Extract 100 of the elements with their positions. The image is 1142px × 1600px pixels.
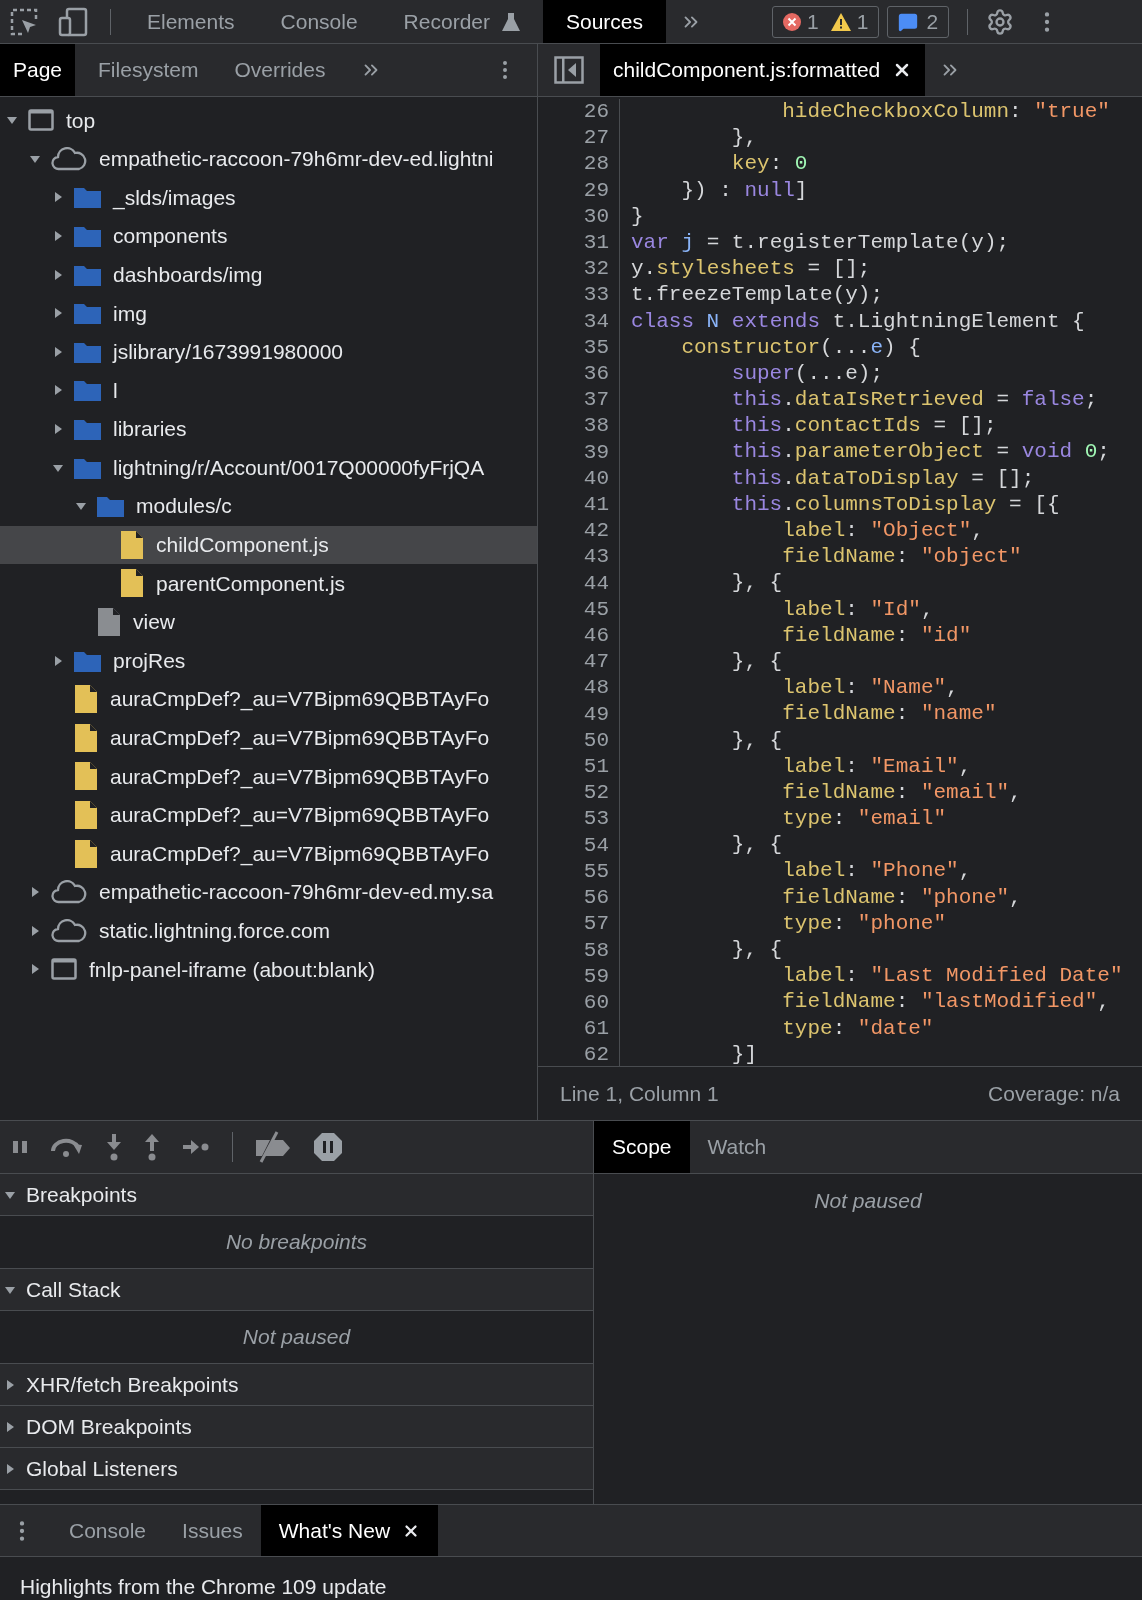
navigator-tab[interactable]: Page xyxy=(0,44,76,96)
tree-item[interactable]: modules/c xyxy=(0,486,537,526)
tree-item[interactable]: l xyxy=(0,371,537,410)
tree-item[interactable]: libraries xyxy=(0,409,537,449)
code-line: var j = t.registerTemplate(y); xyxy=(631,229,1010,256)
tree-item[interactable]: components xyxy=(0,216,537,256)
frame-icon xyxy=(28,109,54,132)
line-number: 44 xyxy=(583,570,609,597)
code-line: }, { xyxy=(730,832,783,859)
section-header[interactable]: Call Stack xyxy=(0,1269,593,1311)
navigator-tab[interactable]: Overrides xyxy=(221,44,339,96)
collapsed-arrow-icon[interactable] xyxy=(52,384,64,397)
panel-tab[interactable]: Console xyxy=(257,0,381,43)
collapsed-arrow-icon[interactable] xyxy=(52,307,64,320)
navigator-tab[interactable]: Filesystem xyxy=(85,44,212,96)
messages-counter[interactable]: 2 xyxy=(887,5,950,38)
line-number: 53 xyxy=(583,806,609,833)
line-number: 56 xyxy=(583,885,609,912)
collapsed-arrow-icon[interactable] xyxy=(52,654,64,667)
pause-icon[interactable] xyxy=(12,1139,28,1155)
collapsed-arrow-icon[interactable] xyxy=(52,345,64,358)
folder-icon xyxy=(74,302,101,325)
code-line: label: "Object", xyxy=(781,518,984,544)
step-over-icon[interactable] xyxy=(50,1136,84,1158)
collapsed-arrow-icon[interactable] xyxy=(52,268,64,281)
folder-icon xyxy=(74,418,101,441)
tree-item[interactable]: empathetic-raccoon-79h6mr-dev-ed.lightni xyxy=(0,139,537,179)
line-number: 26 xyxy=(583,99,609,125)
device-toolbar-icon[interactable] xyxy=(58,6,88,37)
tree-item[interactable]: auraCmpDef?_au=V7Bipm69QBBTAyFo xyxy=(0,718,537,758)
settings-icon[interactable] xyxy=(986,7,1015,36)
issues-counter[interactable]: 1 1 xyxy=(772,5,880,38)
section-header[interactable]: Breakpoints xyxy=(0,1174,593,1216)
drawer-tab[interactable]: Issues xyxy=(164,1505,261,1556)
collapsed-arrow-icon[interactable] xyxy=(29,886,41,899)
section-header[interactable]: Global Listeners xyxy=(0,1448,593,1490)
tree-item-label: fnlp-panel-iframe (about:blank) xyxy=(89,956,375,983)
code-line: type: "date" xyxy=(781,1015,934,1042)
collapsed-arrow-icon[interactable] xyxy=(4,1462,16,1475)
inspect-element-icon[interactable] xyxy=(10,7,38,36)
code-line: fieldName: "object" xyxy=(781,544,1022,571)
line-number: 49 xyxy=(583,701,609,728)
tree-item[interactable]: parentComponent.js xyxy=(0,564,537,603)
collapsed-arrow-icon[interactable] xyxy=(29,924,41,937)
pause-on-exceptions-icon[interactable] xyxy=(313,1132,343,1162)
tree-item[interactable]: lightning/r/Account/0017Q00000fyFrjQA xyxy=(0,448,537,487)
step-out-icon[interactable] xyxy=(144,1133,160,1161)
deactivate-breakpoints-icon[interactable] xyxy=(255,1130,291,1164)
step-into-icon[interactable] xyxy=(106,1133,122,1161)
sidebar-tab[interactable]: Scope xyxy=(594,1121,690,1173)
tree-item[interactable]: jslibrary/1673991980000 xyxy=(0,332,537,372)
tree-item[interactable]: _slds/images xyxy=(0,178,537,217)
tree-item[interactable]: dashboards/img xyxy=(0,255,537,294)
file-icon xyxy=(74,800,98,830)
tree-item[interactable]: auraCmpDef?_au=V7Bipm69QBBTAyFo xyxy=(0,795,537,835)
collapsed-arrow-icon[interactable] xyxy=(4,1378,16,1391)
line-number: 39 xyxy=(583,439,609,466)
tree-item[interactable]: view xyxy=(0,602,537,642)
line-number: 47 xyxy=(583,649,609,676)
collapsed-arrow-icon[interactable] xyxy=(52,230,64,243)
code-line: super(...e); xyxy=(730,360,884,387)
collapsed-arrow-icon[interactable] xyxy=(52,423,64,436)
line-number: 36 xyxy=(583,361,609,388)
section-header[interactable]: XHR/fetch Breakpoints xyxy=(0,1364,593,1406)
tree-item[interactable]: auraCmpDef?_au=V7Bipm69QBBTAyFo xyxy=(0,757,537,796)
line-number: 59 xyxy=(583,963,609,990)
section-title: DOM Breakpoints xyxy=(26,1413,192,1440)
tree-item-label: view xyxy=(133,609,175,636)
panel-tab[interactable]: Elements xyxy=(124,0,258,43)
collapsed-arrow-icon[interactable] xyxy=(4,1420,16,1433)
line-number: 28 xyxy=(583,151,609,178)
tree-item[interactable]: fnlp-panel-iframe (about:blank) xyxy=(0,950,537,989)
file-icon xyxy=(74,838,98,869)
line-number: 61 xyxy=(583,1016,609,1043)
collapsed-arrow-icon[interactable] xyxy=(52,191,64,204)
code-line: fieldName: "id" xyxy=(781,622,972,649)
folder-icon xyxy=(74,340,101,363)
sidebar-toggle-icon[interactable] xyxy=(554,56,584,84)
tree-item-label: _slds/images xyxy=(113,184,236,212)
collapsed-arrow-icon[interactable] xyxy=(29,963,41,976)
panel-tab[interactable]: Sources xyxy=(543,0,667,43)
tree-item[interactable]: img xyxy=(0,293,537,333)
drawer-tab[interactable]: What's New xyxy=(260,1505,439,1556)
file-tab[interactable]: childComponent.js:formatted xyxy=(600,44,926,96)
tree-item[interactable]: auraCmpDef?_au=V7Bipm69QBBTAyFo xyxy=(0,679,537,719)
tree-item[interactable]: top xyxy=(0,101,537,140)
tree-item[interactable]: empathetic-raccoon-79h6mr-dev-ed.my.sa xyxy=(0,872,537,912)
drawer-tab[interactable]: Console xyxy=(51,1505,165,1556)
tree-item[interactable]: static.lightning.force.com xyxy=(0,911,537,951)
code-line: }, xyxy=(730,125,758,152)
tree-item[interactable]: auraCmpDef?_au=V7Bipm69QBBTAyFo xyxy=(0,834,537,873)
step-icon[interactable] xyxy=(182,1139,210,1155)
line-number: 34 xyxy=(583,308,609,335)
code-line: label: "Id", xyxy=(781,596,934,623)
tree-item[interactable]: childComponent.js xyxy=(0,525,537,565)
code-line: label: "Email", xyxy=(781,753,972,780)
sidebar-tab[interactable]: Watch xyxy=(689,1121,785,1173)
section-header[interactable]: DOM Breakpoints xyxy=(0,1406,593,1448)
panel-tab[interactable]: Recorder xyxy=(380,0,543,43)
tree-item[interactable]: projRes xyxy=(0,641,537,680)
